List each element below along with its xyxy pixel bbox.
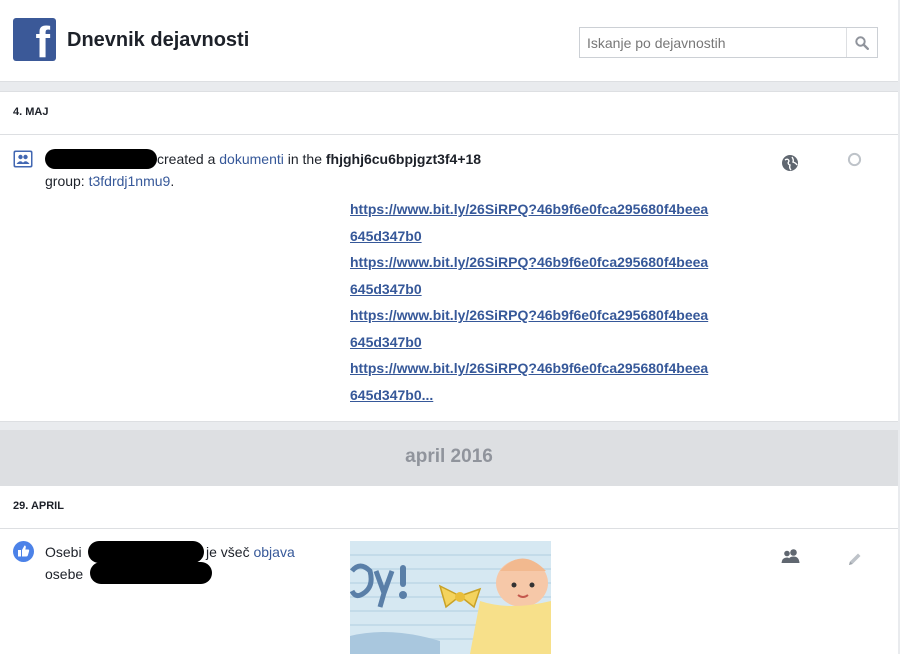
facebook-logo[interactable]: f xyxy=(13,18,56,61)
post-links: https://www.bit.ly/26SiRPQ?46b9f6e0fca29… xyxy=(350,196,770,408)
search-input[interactable] xyxy=(580,28,848,57)
search-icon xyxy=(855,35,869,50)
entry-text: created a xyxy=(157,151,220,167)
url-link[interactable]: 645d347b0... xyxy=(350,382,770,409)
entry-line-2: group: t3fdrdj1nmu9. xyxy=(45,170,174,192)
entry-text: je všeč xyxy=(206,544,254,560)
post-link[interactable]: objava xyxy=(253,544,294,560)
group-link[interactable]: t3fdrdj1nmu9 xyxy=(89,173,171,189)
globe-icon[interactable] xyxy=(781,154,799,175)
page-header: f Dnevnik dejavnosti xyxy=(0,0,898,82)
entry-text: Osebi xyxy=(45,544,82,560)
search-button[interactable] xyxy=(846,28,877,57)
url-link[interactable]: https://www.bit.ly/26SiRPQ?46b9f6e0fca29… xyxy=(350,249,770,276)
group-name: fhjghj6cu6bpjgzt3f4+18 xyxy=(325,151,482,167)
redacted-name xyxy=(90,562,212,584)
page-title: Dnevnik dejavnosti xyxy=(67,29,250,51)
redacted-name xyxy=(88,541,204,563)
url-link[interactable]: https://www.bit.ly/26SiRPQ?46b9f6e0fca29… xyxy=(350,302,770,329)
url-link[interactable]: 645d347b0 xyxy=(350,223,770,250)
facebook-logo-letter: f xyxy=(35,18,50,62)
url-link[interactable]: 645d347b0 xyxy=(350,329,770,356)
entry-text: group: xyxy=(45,173,89,189)
date-label: 4. MAJ xyxy=(13,106,49,118)
date-header: 29. APRIL xyxy=(0,485,898,529)
activity-search xyxy=(579,27,878,58)
url-link[interactable]: https://www.bit.ly/26SiRPQ?46b9f6e0fca29… xyxy=(350,355,770,382)
date-header: 4. MAJ xyxy=(0,91,898,135)
friends-icon[interactable] xyxy=(781,548,800,567)
url-link[interactable]: https://www.bit.ly/26SiRPQ?46b9f6e0fca29… xyxy=(350,196,770,223)
pencil-icon[interactable] xyxy=(847,551,863,570)
entry-line-1: created a dokumenti in the fhjghj6cu6bpj… xyxy=(157,148,481,170)
post-image[interactable] xyxy=(350,541,551,654)
entry-text: in the xyxy=(283,151,326,167)
entry-text: osebe xyxy=(45,566,84,582)
circle-icon[interactable] xyxy=(847,152,862,170)
redacted-name xyxy=(45,149,157,169)
group-icon xyxy=(13,150,33,168)
month-label: april 2016 xyxy=(405,446,493,467)
entry-line-1: Osebi xyxy=(45,541,82,563)
date-label: 29. APRIL xyxy=(13,500,64,512)
url-link[interactable]: 645d347b0 xyxy=(350,276,770,303)
document-link[interactable]: dokumenti xyxy=(219,151,284,167)
entry-line-1-cont: je všeč objava xyxy=(206,541,295,563)
entry-line-2: osebe xyxy=(45,563,83,585)
like-icon xyxy=(13,541,34,562)
entry-text: . xyxy=(170,173,175,189)
month-divider: april 2016 xyxy=(0,430,898,485)
